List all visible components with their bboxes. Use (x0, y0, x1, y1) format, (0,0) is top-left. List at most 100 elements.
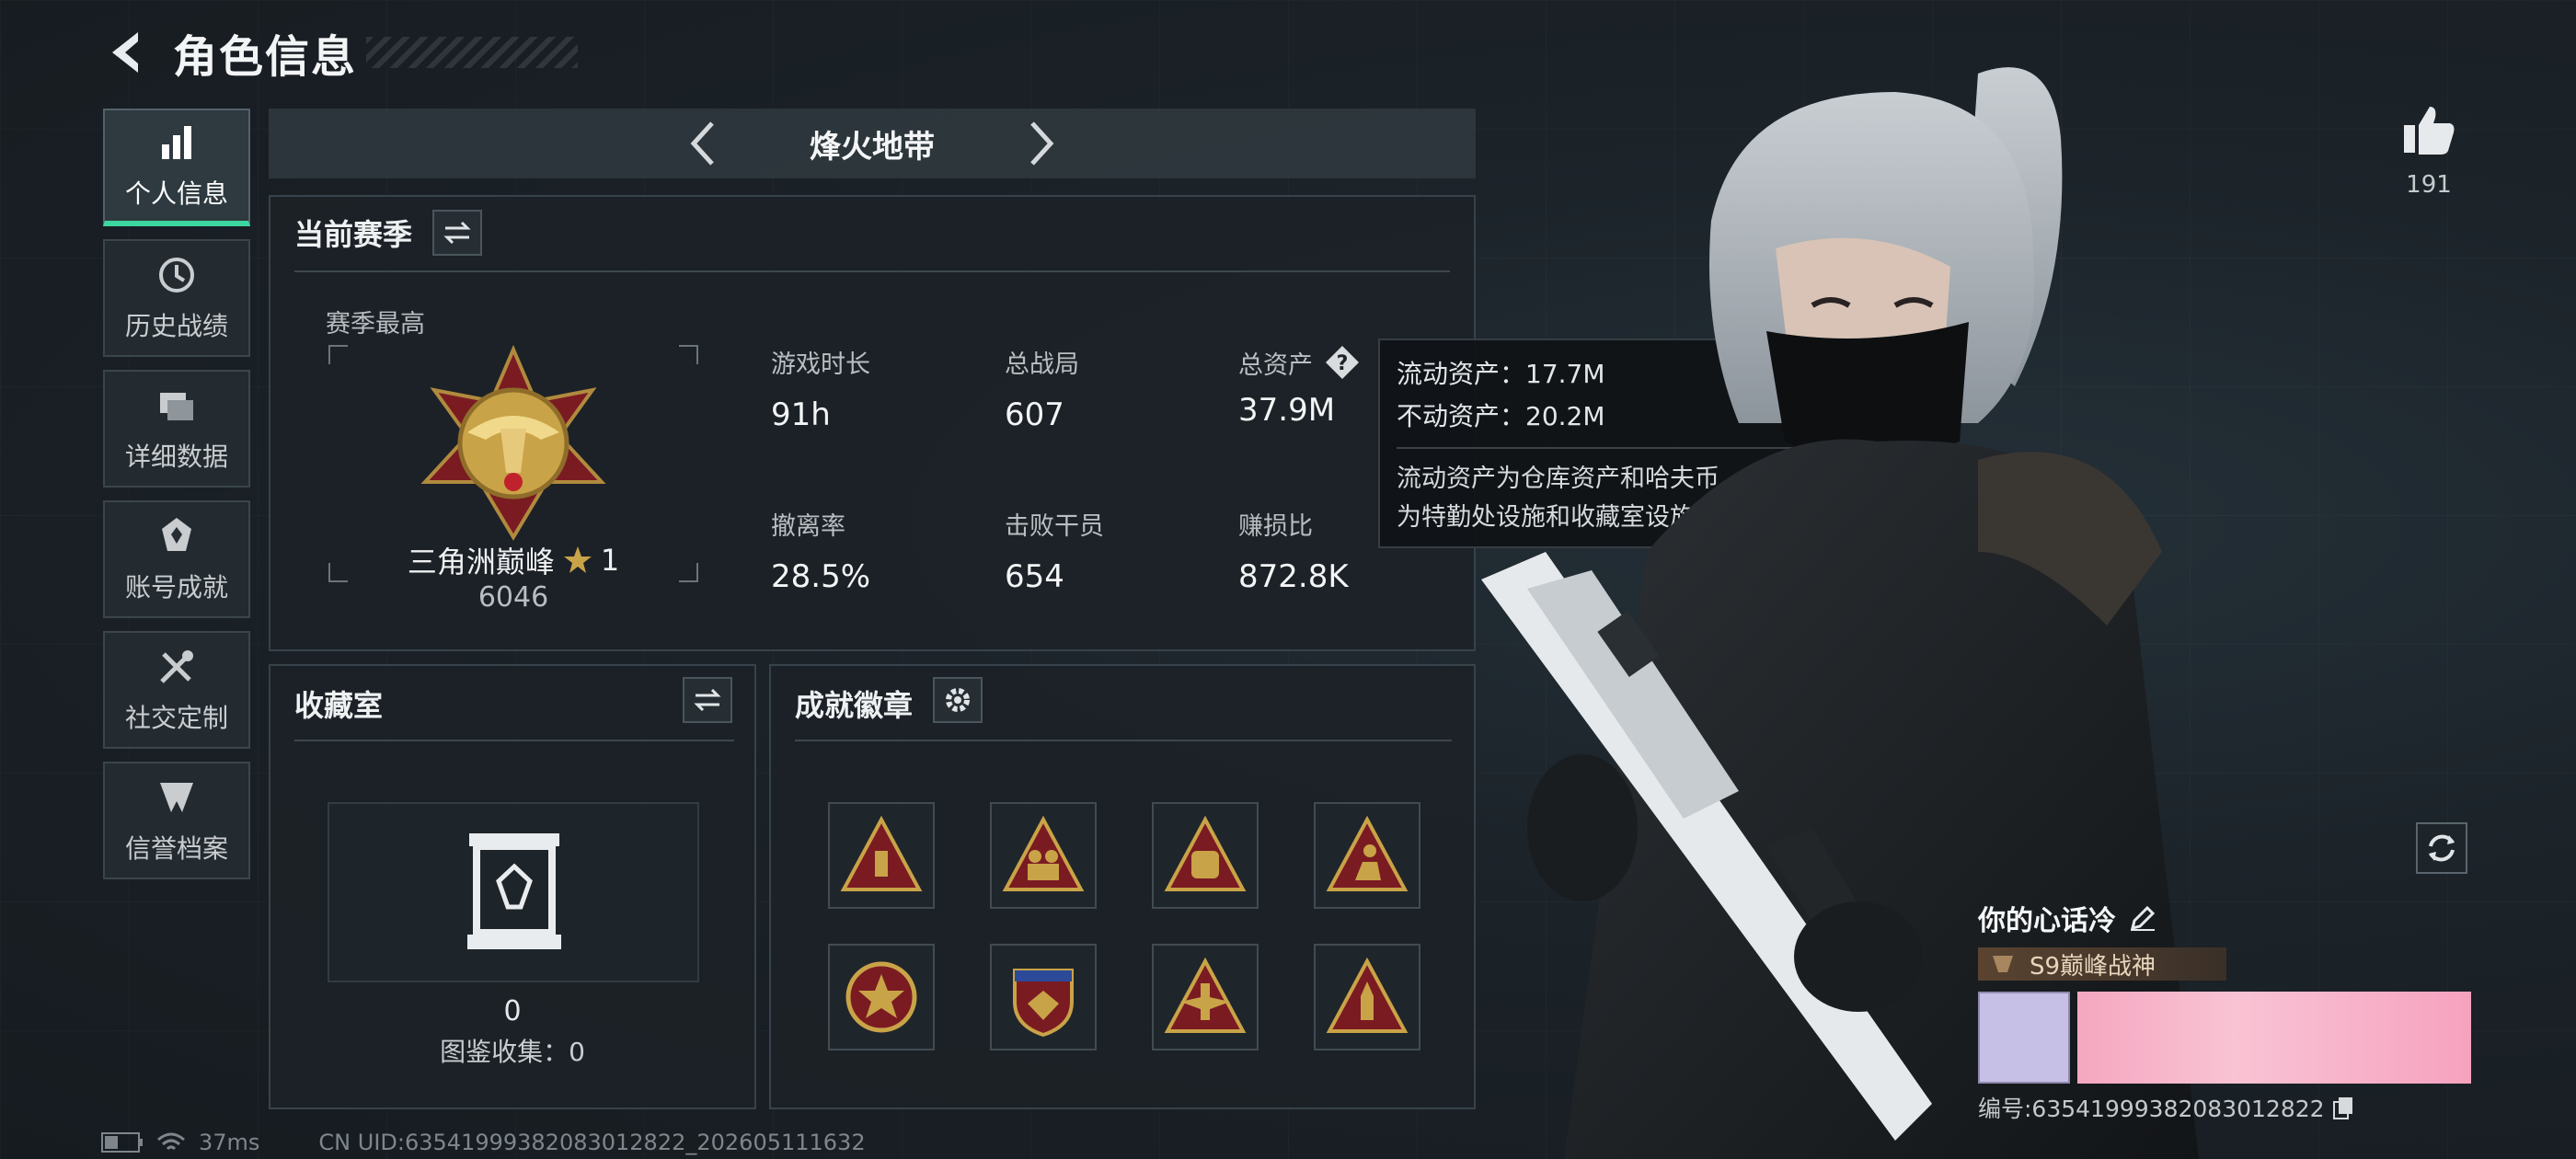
swap-icon (694, 688, 721, 712)
season-switch-button[interactable] (432, 210, 483, 256)
player-uid: 编号:63541999382083012822 (1978, 1096, 2325, 1122)
nav-item-personal-info[interactable]: 个人信息 (103, 109, 250, 226)
player-banner[interactable] (2077, 992, 2471, 1084)
achievements-title: 成就徽章 (795, 688, 914, 723)
stat-label: 总资产 (1238, 350, 1313, 380)
svg-text:?: ? (1337, 352, 1349, 375)
collection-count: 0 (503, 995, 522, 1027)
nav-item-detail-data[interactable]: 详细数据 (103, 370, 250, 488)
side-nav: 个人信息 历史战绩 详细数据 账号成就 社交定制 信誉档案 (103, 109, 250, 892)
rank-name: 三角洲巅峰 (407, 545, 555, 580)
refresh-button[interactable] (2416, 822, 2467, 874)
battery-icon (101, 1132, 143, 1153)
stat-extraction-rate: 撤离率 28.5% (771, 506, 870, 595)
sitting-figure-triangle-badge-icon (1326, 815, 1409, 891)
help-diamond-icon[interactable]: ? (1324, 344, 1361, 381)
soldiers-triangle-badge-icon (1002, 815, 1085, 891)
collection-panel: 收藏室 0 图鉴收集：0 (269, 664, 756, 1109)
star-shield-badge-icon (845, 961, 917, 1033)
achievement-icon (162, 518, 191, 551)
stat-value: 654 (1005, 558, 1064, 595)
stat-value: 28.5% (771, 558, 871, 595)
stat-value: 91h (771, 396, 831, 433)
stat-playtime: 游戏时长 91h (771, 344, 870, 433)
stat-label: 击败干员 (1005, 512, 1104, 541)
catalog-count: 图鉴收集：0 (440, 1037, 585, 1067)
season-best-label: 赛季最高 (326, 310, 425, 339)
title-emblem-icon (1993, 956, 2013, 972)
nav-item-history[interactable]: 历史战绩 (103, 239, 250, 357)
player-title-text: S9巅峰战神 (2030, 952, 2156, 981)
bar-chart-icon (162, 126, 191, 159)
nav-label: 个人信息 (124, 178, 228, 209)
wings-triangle-badge-icon (1164, 957, 1247, 1033)
tools-icon (160, 650, 193, 683)
badge-slot[interactable] (828, 944, 935, 1050)
player-title-tag: S9巅峰战神 (1978, 947, 2226, 981)
eagle-shield-badge-icon (1013, 969, 1074, 1038)
achievements-panel: 成就徽章 (769, 664, 1476, 1109)
status-bar: 37ms CN UID:63541999382083012822_2026051… (101, 1130, 866, 1155)
badge-slot[interactable] (1152, 944, 1259, 1050)
rank-score: 6046 (477, 581, 549, 614)
badge-slot[interactable] (990, 802, 1097, 909)
stat-label: 总战局 (1005, 350, 1079, 379)
nav-label: 账号成就 (124, 572, 228, 602)
badge-slot[interactable] (1152, 802, 1259, 909)
edit-pencil-icon[interactable] (2129, 904, 2156, 932)
badge-slot[interactable] (990, 944, 1097, 1050)
stat-value: 607 (1005, 396, 1064, 433)
stat-total-assets: 总资产 ? 37.9M (1238, 344, 1361, 429)
stat-value: 872.8K (1238, 558, 1349, 595)
rank-emblem-icon (420, 344, 606, 541)
star-icon (563, 546, 592, 573)
stat-kills: 击败干员 654 (1005, 506, 1104, 595)
like-widget[interactable]: 191 (2392, 101, 2466, 199)
achievements-settings-button[interactable] (933, 677, 983, 723)
nav-item-social[interactable]: 社交定制 (103, 631, 250, 749)
rank-stars: 1 (600, 543, 620, 578)
season-title: 当前赛季 (294, 217, 413, 252)
ping-text: 37ms (199, 1130, 260, 1155)
collection-title: 收藏室 (294, 688, 384, 723)
stat-profit-ratio: 赚损比 872.8K (1238, 506, 1349, 595)
player-name: 你的心话冷 (1978, 905, 2116, 937)
divider (294, 270, 1450, 272)
nav-label: 历史战绩 (124, 311, 228, 341)
ammo-triangle-badge-icon (840, 815, 923, 891)
like-count: 191 (2406, 171, 2452, 199)
player-profile-card: 你的心话冷 S9巅峰战神 编号:63541999382083012822 (1978, 898, 2475, 1124)
nav-label: 信誉档案 (124, 833, 228, 864)
prev-mode-chevron-icon[interactable] (683, 116, 725, 171)
badge-slot[interactable] (1314, 802, 1420, 909)
display-case-icon[interactable] (466, 832, 563, 951)
player-avatar[interactable] (1978, 992, 2070, 1084)
title-decoration (366, 37, 579, 68)
gear-icon (946, 688, 970, 712)
back-arrow-icon[interactable] (101, 27, 153, 78)
divider (795, 740, 1452, 741)
stat-label: 赚损比 (1238, 512, 1313, 541)
next-mode-chevron-icon[interactable] (1019, 116, 1062, 171)
collection-switch-button[interactable] (683, 677, 732, 723)
stat-total-matches: 总战局 607 (1005, 344, 1079, 433)
page-header: 角色信息 (101, 20, 579, 85)
badge-slot[interactable] (1314, 944, 1420, 1050)
history-icon (159, 258, 194, 293)
folders-icon (160, 393, 193, 420)
badge-slot[interactable] (828, 802, 935, 909)
thumbs-up-icon (2404, 107, 2455, 155)
nav-item-credit[interactable]: 信誉档案 (103, 762, 250, 879)
mode-selector: 烽火地带 (269, 109, 1476, 178)
nav-label: 社交定制 (124, 703, 228, 733)
page-title: 角色信息 (173, 31, 358, 83)
copy-icon[interactable] (2332, 1096, 2354, 1119)
rocket-triangle-badge-icon (1326, 957, 1409, 1033)
uid-text: CN UID:63541999382083012822_202605111632 (318, 1130, 866, 1155)
mode-title: 烽火地带 (810, 128, 935, 166)
credit-icon (160, 783, 193, 812)
rank-row: 三角洲巅峰 1 (328, 539, 699, 581)
stat-value: 37.9M (1238, 392, 1336, 429)
nav-item-achievements[interactable]: 账号成就 (103, 500, 250, 618)
nav-label: 详细数据 (124, 442, 228, 472)
